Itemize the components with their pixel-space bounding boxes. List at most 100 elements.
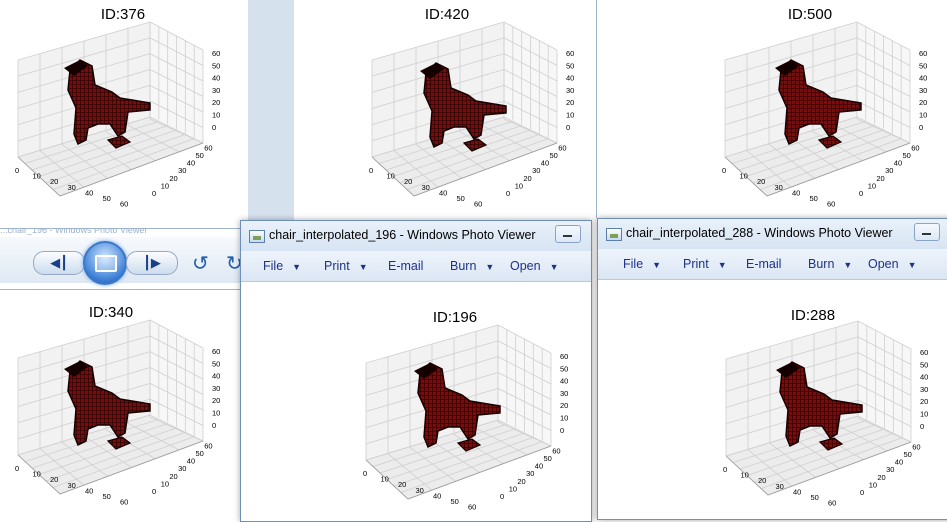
x-tick-label: 40 — [433, 491, 441, 500]
slideshow-button[interactable] — [83, 241, 127, 285]
minimize-button[interactable] — [914, 223, 940, 241]
y-tick-label: 50 — [196, 449, 204, 458]
z-tick-label: 50 — [919, 61, 927, 70]
titlebar[interactable]: chair_interpolated_196 - Windows Photo V… — [241, 221, 591, 251]
menu-file[interactable]: File ▼ — [623, 257, 661, 271]
y-tick-label: 60 — [204, 143, 212, 152]
x-tick-label: 40 — [439, 188, 447, 197]
x-tick-label: 60 — [828, 499, 836, 508]
y-tick-label: 30 — [885, 166, 893, 175]
z-tick-label: 60 — [566, 49, 574, 58]
x-tick-label: 40 — [85, 486, 93, 495]
z-tick-label: 0 — [919, 123, 923, 132]
y-tick-label: 40 — [535, 462, 543, 471]
menu-open[interactable]: Open ▼ — [510, 259, 559, 273]
y-tick-label: 0 — [859, 189, 863, 198]
titlebar[interactable]: chair_interpolated_288 - Windows Photo V… — [598, 219, 947, 249]
z-tick-label: 50 — [212, 359, 220, 368]
x-tick-label: 10 — [381, 475, 389, 484]
menu-label: Print — [324, 259, 350, 273]
menu-print[interactable]: Print ▼ — [324, 259, 368, 273]
chevron-down-icon: ▼ — [907, 260, 917, 270]
y-tick-label: 50 — [544, 454, 552, 463]
z-tick-label: 60 — [560, 352, 568, 361]
z-tick-label: 40 — [920, 373, 928, 382]
x-tick-label: 40 — [85, 188, 93, 197]
z-tick-label: 50 — [920, 360, 928, 369]
x-tick-label: 0 — [723, 465, 727, 474]
x-tick-label: 40 — [792, 188, 800, 197]
z-tick-label: 10 — [920, 410, 928, 419]
y-tick-label: 0 — [152, 189, 156, 198]
media-player-controls: ...chair_196 - Windows Photo Viewer ◀┃ ┃… — [0, 228, 246, 290]
next-button[interactable]: ┃▶ — [126, 251, 178, 275]
window-title: chair_interpolated_196 - Windows Photo V… — [269, 228, 536, 242]
z-tick-label: 40 — [919, 74, 927, 83]
y-tick-label: 60 — [558, 143, 566, 152]
menu-email[interactable]: E-mail — [388, 259, 423, 273]
y-tick-label: 50 — [196, 151, 204, 160]
y-tick-label: 60 — [912, 442, 920, 451]
plot-420: 605040302010001020304050600102030405060 — [369, 21, 574, 209]
menu-print[interactable]: Print ▼ — [683, 257, 727, 271]
z-tick-label: 20 — [212, 396, 220, 405]
rotate-left-icon[interactable]: ↺ — [192, 251, 209, 276]
menu-burn[interactable]: Burn ▼ — [808, 257, 852, 271]
previous-button[interactable]: ◀┃ — [33, 251, 85, 275]
menu-label: Burn — [450, 259, 477, 273]
menu-burn[interactable]: Burn ▼ — [450, 259, 494, 273]
x-tick-label: 30 — [68, 183, 76, 192]
menu-label: File — [263, 259, 284, 273]
menu-label: Burn — [808, 257, 835, 271]
y-tick-label: 30 — [526, 469, 534, 478]
z-tick-label: 10 — [212, 111, 220, 120]
y-tick-label: 60 — [911, 143, 919, 152]
photo-viewer-window-288: chair_interpolated_288 - Windows Photo V… — [597, 218, 947, 520]
menu-label: Open — [868, 257, 899, 271]
y-tick-label: 10 — [869, 480, 877, 489]
menu-label: Print — [683, 257, 709, 271]
menu-open[interactable]: Open ▼ — [868, 257, 917, 271]
x-tick-label: 30 — [775, 183, 783, 192]
menu-bar: File ▼ Print ▼ E-mail Burn ▼ Open ▼ — [241, 251, 591, 282]
chevron-down-icon: ▼ — [717, 260, 727, 270]
menu-file[interactable]: File ▼ — [263, 259, 301, 273]
plot-panel-420: ID:420 60 50 40 30 20 10 0 0 10 20 30 40 50 60 0 10 20 30… — [294, 0, 588, 222]
chevron-down-icon: ▼ — [549, 262, 559, 272]
z-tick-label: 30 — [212, 86, 220, 95]
z-tick-label: 10 — [566, 111, 574, 120]
minimize-button[interactable] — [555, 225, 581, 243]
y-tick-label: 60 — [552, 446, 560, 455]
z-tick-label: 0 — [212, 421, 216, 430]
x-tick-label: 60 — [827, 200, 835, 209]
y-tick-label: 30 — [532, 166, 540, 175]
z-tick-label: 40 — [212, 74, 220, 83]
y-tick-label: 10 — [515, 181, 523, 190]
slideshow-icon — [95, 255, 117, 272]
z-tick-label: 20 — [566, 98, 574, 107]
y-tick-label: 40 — [187, 457, 195, 466]
menu-email[interactable]: E-mail — [746, 257, 781, 271]
y-tick-label: 40 — [187, 159, 195, 168]
menu-label: Open — [510, 259, 541, 273]
plot-196: 605040302010001020304050600102030405060 — [363, 324, 568, 512]
x-tick-label: 20 — [757, 177, 765, 186]
player-toolbar: ◀┃ ┃▶ ↺ ↻ — [0, 237, 246, 285]
y-tick-label: 10 — [868, 181, 876, 190]
x-tick-label: 10 — [33, 470, 41, 479]
x-tick-label: 60 — [120, 498, 128, 507]
x-tick-label: 30 — [68, 481, 76, 490]
y-tick-label: 20 — [876, 174, 884, 183]
z-tick-label: 10 — [919, 111, 927, 120]
z-tick-label: 20 — [560, 401, 568, 410]
x-tick-label: 0 — [363, 469, 367, 478]
chevron-down-icon: ▼ — [843, 260, 853, 270]
chevron-down-icon: ▼ — [485, 262, 495, 272]
y-tick-label: 20 — [523, 174, 531, 183]
x-tick-label: 50 — [103, 492, 111, 501]
z-tick-label: 60 — [920, 348, 928, 357]
y-tick-label: 10 — [161, 181, 169, 190]
z-tick-label: 60 — [212, 49, 220, 58]
menu-label: E-mail — [746, 257, 782, 271]
y-tick-label: 30 — [178, 166, 186, 175]
